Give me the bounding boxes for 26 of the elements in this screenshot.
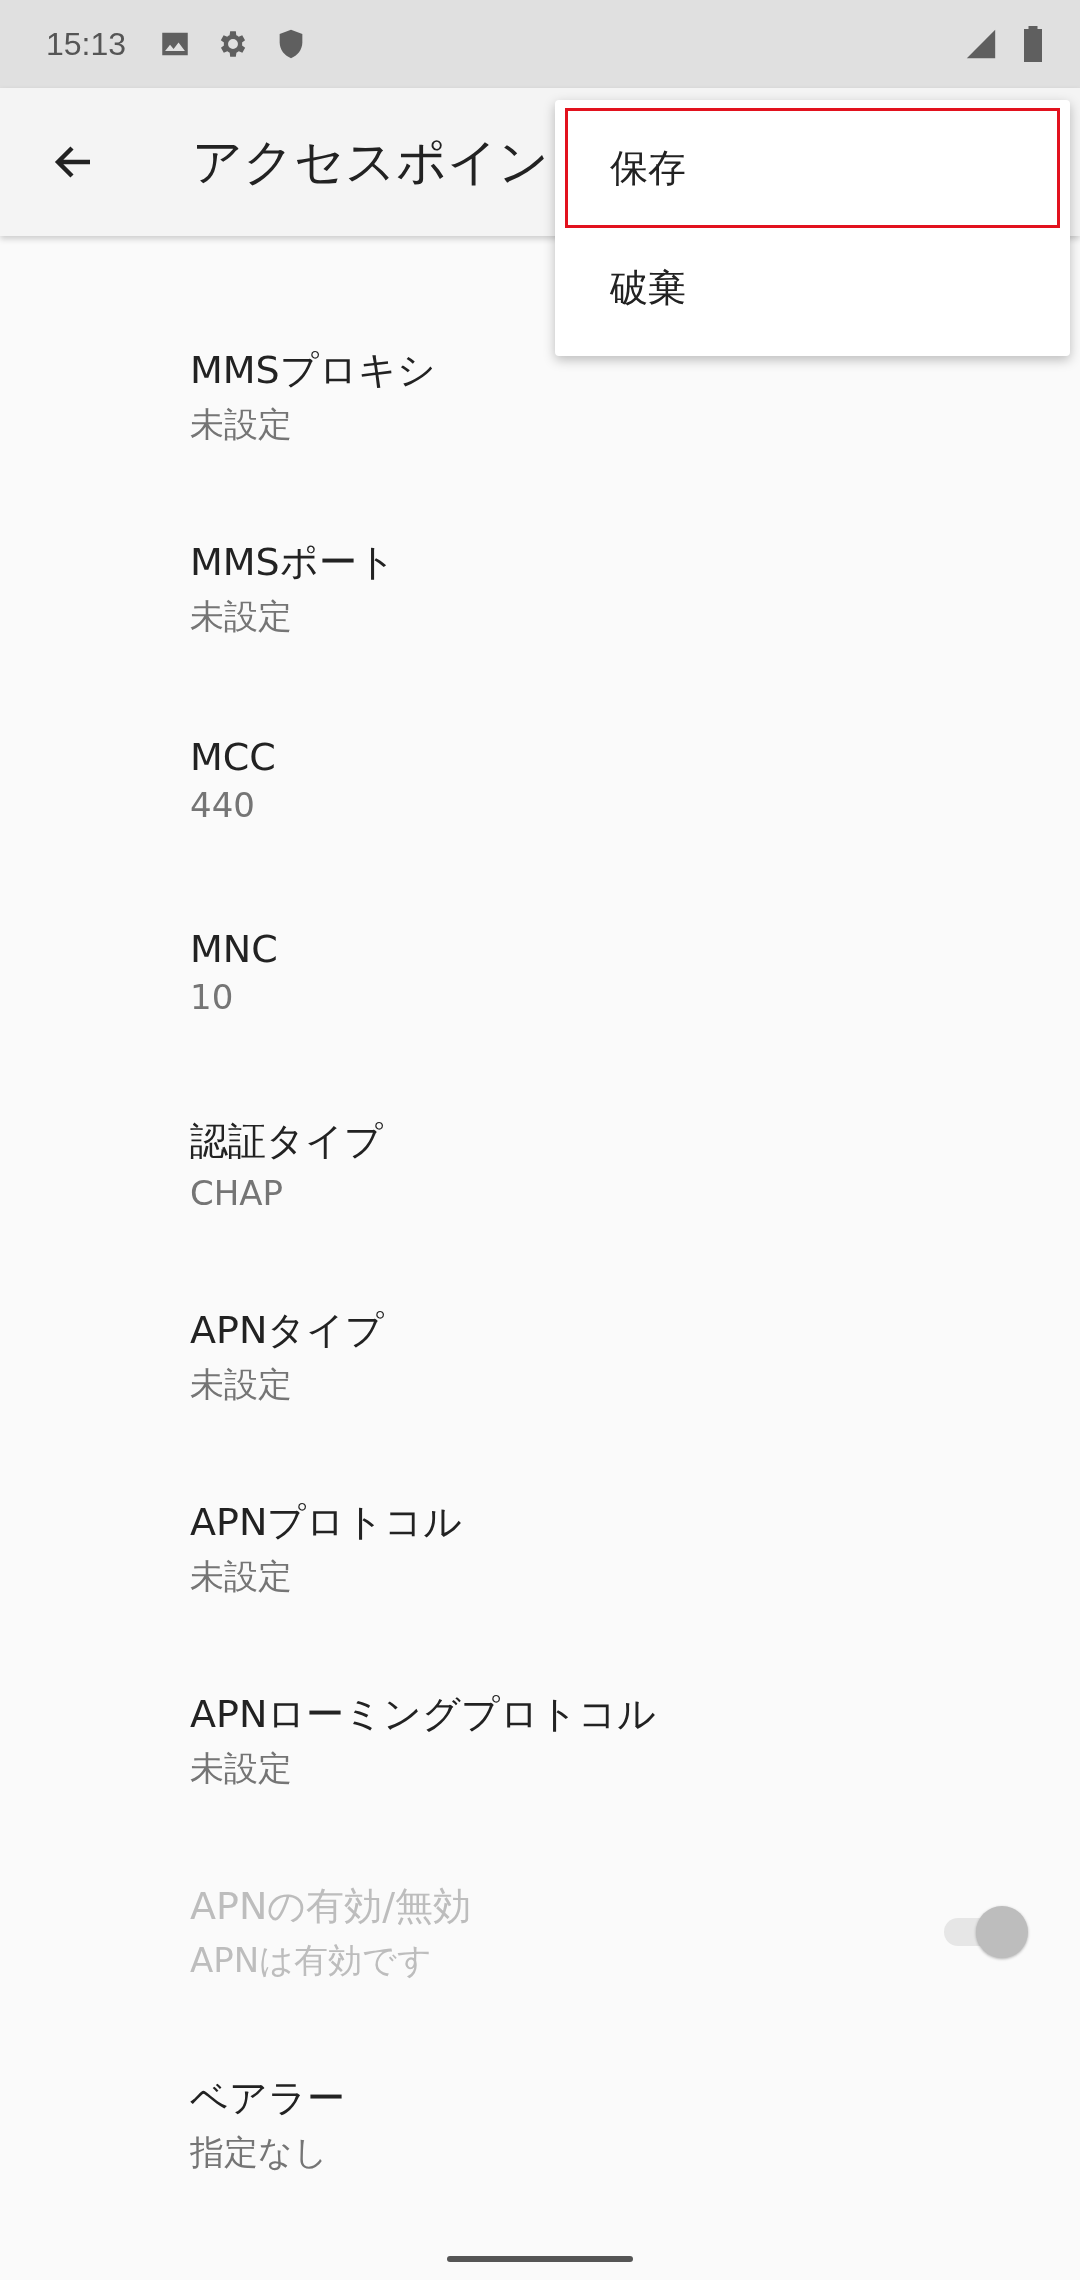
signal-icon [964, 27, 998, 61]
menu-item[interactable]: 保存 [565, 108, 1060, 228]
setting-value: 440 [190, 785, 255, 825]
setting-value: 未設定 [190, 594, 292, 638]
screen-title: アクセスポイン [192, 131, 549, 193]
setting-title[interactable]: MMSプロキシ [190, 344, 436, 396]
setting-title[interactable]: APNローミングプロトコル [190, 1688, 657, 1740]
setting-title[interactable]: MCC [190, 735, 276, 779]
setting-value: 10 [190, 977, 234, 1017]
setting-title[interactable]: APNタイプ [190, 1304, 385, 1356]
setting-value: 未設定 [190, 402, 292, 446]
battery-icon [1022, 26, 1044, 62]
home-indicator[interactable] [447, 2256, 633, 2262]
setting-value: 未設定 [190, 1746, 292, 1790]
setting-title[interactable]: MMSポート [190, 536, 396, 588]
setting-value: CHAP [190, 1172, 284, 1213]
setting-title[interactable]: ベアラー [190, 2072, 345, 2124]
setting-value: APNは有効です [190, 1938, 433, 1982]
setting-title[interactable]: 認証タイプ [190, 1115, 383, 1167]
setting-value: 未設定 [190, 1554, 292, 1598]
setting-title[interactable]: MNC [190, 927, 278, 971]
setting-value: 指定なし [190, 2130, 328, 2174]
clock-time: 15:13 [46, 25, 127, 63]
setting-value: 未設定 [190, 1362, 292, 1406]
menu-item[interactable]: 破棄 [565, 228, 1060, 348]
setting-title[interactable]: APNプロトコル [190, 1496, 463, 1548]
